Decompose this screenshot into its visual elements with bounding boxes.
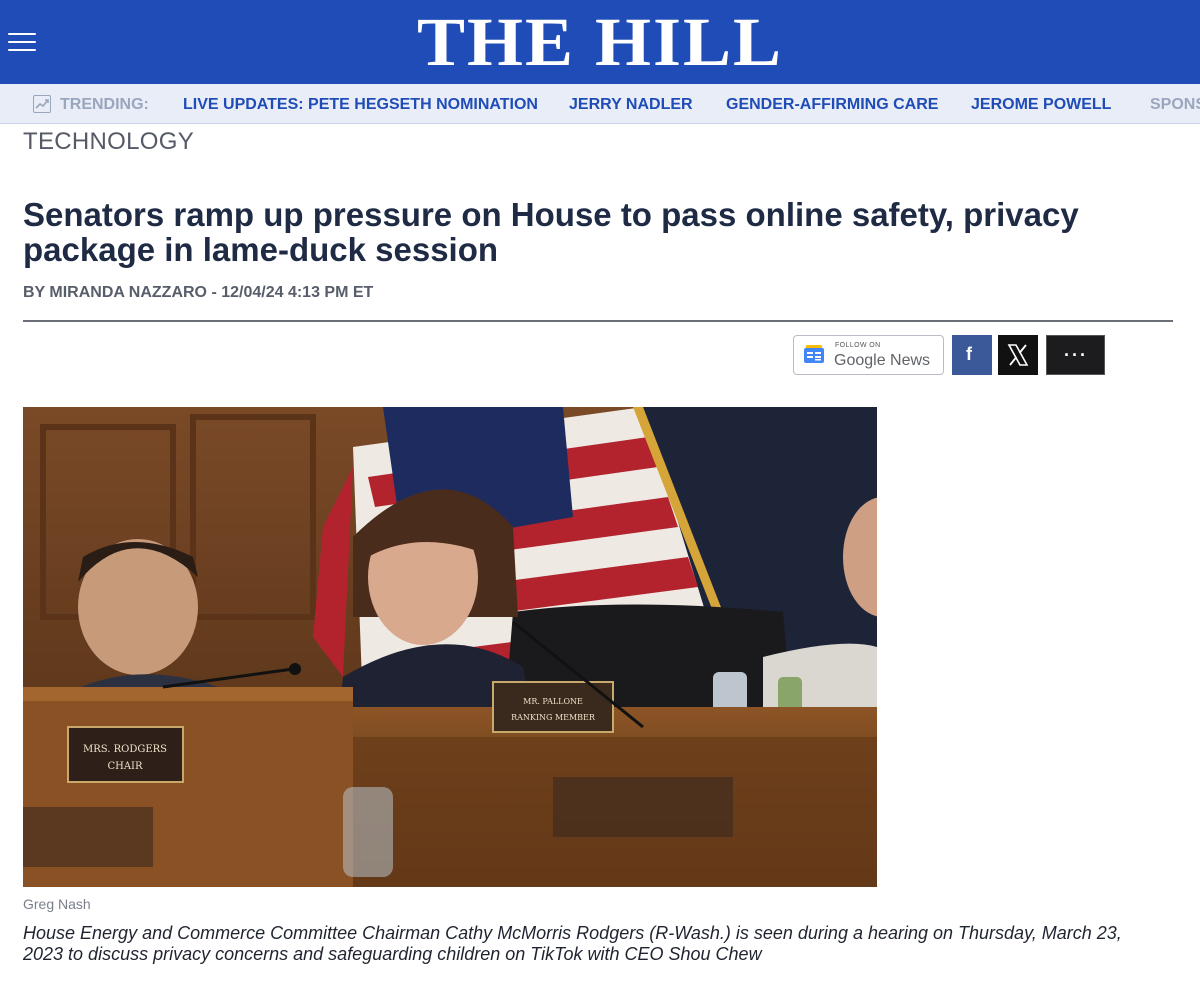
x-logo-icon [1007,344,1029,366]
article-headline: Senators ramp up pressure on House to pa… [23,196,1079,268]
photo-caption: House Energy and Commerce Committee Chai… [23,923,1122,964]
trending-link-nadler[interactable]: JERRY NADLER [569,96,693,114]
article-byline: BY MIRANDA NAZZARO - 12/04/24 4:13 PM ET [23,284,374,301]
trending-link-powell[interactable]: JEROME POWELL [971,96,1111,114]
facebook-icon: f [966,344,972,364]
nameplate-rodgers-name: MRS. RODGERS [83,744,167,755]
google-news-label: Google News [834,352,930,370]
google-news-follow-button[interactable]: FOLLOW ON Google News [793,335,944,375]
google-follow-label: FOLLOW ON [835,342,881,349]
trending-chart-icon [33,95,51,113]
divider [23,320,1173,322]
site-logo[interactable]: THE HILL [0,8,1200,76]
trending-link-gender-affirming[interactable]: GENDER-AFFIRMING CARE [726,96,938,114]
trending-link-sponsored[interactable]: SPONS [1150,96,1200,114]
facebook-share-button[interactable]: f [952,335,992,375]
trending-link-hegseth[interactable]: LIVE UPDATES: PETE HEGSETH NOMINATION [183,96,538,114]
news-label: News [890,352,931,369]
nameplate-pallone-name: MR. PALLONE [523,697,583,706]
more-share-button[interactable]: ··· [1046,335,1105,375]
section-label[interactable]: TECHNOLOGY [23,128,194,156]
google-label: Google [834,352,886,369]
google-news-icon [804,345,824,363]
trending-label: TRENDING: [60,96,149,113]
nameplate-pallone-title: RANKING MEMBER [511,713,596,722]
x-share-button[interactable] [998,335,1038,375]
trending-bar: TRENDING: LIVE UPDATES: PETE HEGSETH NOM… [0,84,1200,124]
article-photo: MRS. RODGERS CHAIR MR. PALLONE RANKING M… [23,407,877,887]
nameplate-rodgers-title: CHAIR [107,761,143,772]
site-header: THE HILL [0,0,1200,84]
more-dots-icon: ··· [1064,345,1088,365]
photo-credit: Greg Nash [23,896,91,912]
